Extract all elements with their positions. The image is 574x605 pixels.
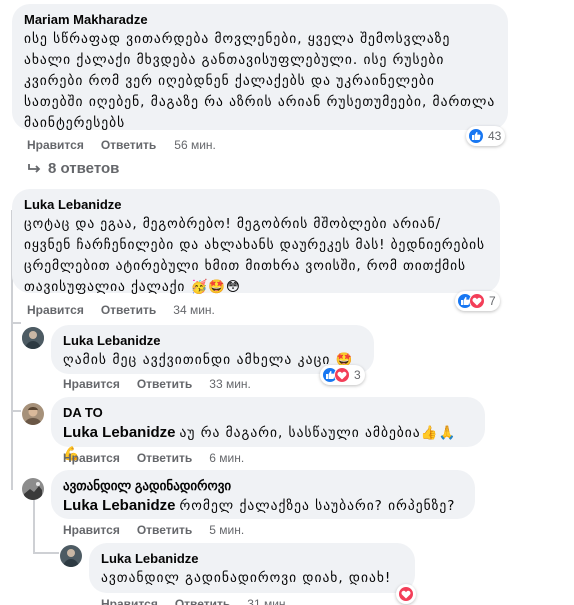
- avatar[interactable]: [22, 478, 44, 500]
- like-icon: [468, 128, 484, 144]
- comment-author[interactable]: Mariam Makharadze: [24, 11, 496, 28]
- reply-author[interactable]: Luka Lebanidze: [101, 550, 403, 567]
- like-button[interactable]: Нравится: [27, 138, 84, 152]
- comment-timestamp[interactable]: 34 мин.: [173, 303, 215, 317]
- reaction-summary[interactable]: 3: [320, 365, 365, 385]
- love-icon: [469, 293, 485, 309]
- love-icon: [398, 586, 414, 602]
- reply-author[interactable]: ავთანდილ გადინადიროვი: [63, 477, 463, 494]
- mention-link[interactable]: Luka Lebanidze: [63, 424, 176, 441]
- reply-timestamp[interactable]: 5 мин.: [209, 523, 244, 537]
- thread-line-branch: [11, 410, 21, 412]
- thread-line-sub: [33, 498, 35, 554]
- avatar[interactable]: [22, 327, 44, 349]
- like-button[interactable]: Нравится: [27, 303, 84, 317]
- reply-text: რომელ ქალაქზეა საუბარი? ირპენზე?: [179, 498, 456, 514]
- mention-link[interactable]: Luka Lebanidze: [63, 497, 176, 514]
- reply-bubble: ავთანდილ გადინადიროვი Luka Lebanidze რომე…: [51, 470, 475, 519]
- reaction-count: 7: [489, 294, 496, 308]
- comment-timestamp[interactable]: 56 мин.: [174, 138, 216, 152]
- thread-line-branch: [11, 322, 21, 324]
- like-button[interactable]: Нравится: [101, 597, 158, 605]
- reply-button[interactable]: Ответить: [137, 451, 192, 465]
- reply-timestamp[interactable]: 31 мин.: [247, 597, 289, 605]
- reaction-summary[interactable]: [396, 584, 416, 604]
- reply-button[interactable]: Ответить: [175, 597, 230, 605]
- view-replies-label: 8 ответов: [48, 160, 120, 177]
- comment-bubble: Mariam Makharadze ისე სწრაფად ვითარდება …: [12, 4, 508, 131]
- reply-timestamp[interactable]: 33 мин.: [209, 377, 251, 391]
- reply-bubble: Luka Lebanidze ავთანდილ გადინადიროვი დია…: [89, 543, 415, 593]
- reaction-summary[interactable]: 43: [466, 126, 506, 146]
- reply-author[interactable]: DA TO: [63, 404, 473, 421]
- reply-text: ღამის მეც ავქვითინდი ამხელა კაცი 🤩: [63, 352, 354, 368]
- reply-actions: Нравится Ответить 33 мин.: [63, 377, 251, 391]
- like-button[interactable]: Нравится: [63, 523, 120, 537]
- reaction-count: 43: [488, 129, 502, 143]
- reply-button[interactable]: Ответить: [101, 138, 156, 152]
- comment-bubble: Luka Lebanidze ცოტაც და ეგაა, მეგობრებო!…: [12, 189, 500, 295]
- comment-text: ცოტაც და ეგაა, მეგობრებო! მეგობრის მშობლ…: [24, 216, 485, 295]
- reply-arrow-icon: [28, 163, 41, 173]
- love-icon: [334, 367, 350, 383]
- reaction-count: 3: [354, 368, 361, 382]
- comment-actions: Нравится Ответить 56 мин.: [27, 138, 216, 152]
- reply-text-line: Luka Lebanidze რომელ ქალაქზეა საუბარი? ირ…: [63, 495, 463, 517]
- avatar[interactable]: [22, 403, 44, 425]
- reply-text: ავთანდილ გადინადიროვი დიახ, დიახ!: [101, 570, 392, 586]
- like-button[interactable]: Нравится: [63, 377, 120, 391]
- reply-bubble: DA TO Luka Lebanidze აუ რა მაგარი, სასწაუ…: [51, 397, 485, 462]
- reply-actions: Нравится Ответить 5 мин.: [63, 523, 244, 537]
- like-button[interactable]: Нравится: [63, 451, 120, 465]
- comment-text: ისე სწრაფად ვითარდება მოვლენები, ყველა შ…: [24, 31, 496, 131]
- reply-author[interactable]: Luka Lebanidze: [63, 332, 362, 349]
- comment-author[interactable]: Luka Lebanidze: [24, 196, 488, 213]
- reply-actions: Нравится Ответить 6 мин.: [63, 451, 244, 465]
- reply-button[interactable]: Ответить: [137, 523, 192, 537]
- view-replies-button[interactable]: 8 ответов: [28, 160, 119, 177]
- reply-actions: Нравится Ответить 31 мин.: [101, 597, 289, 605]
- reply-button[interactable]: Ответить: [101, 303, 156, 317]
- comment-actions: Нравится Ответить 34 мин.: [27, 303, 215, 317]
- avatar[interactable]: [60, 545, 82, 567]
- reply-timestamp[interactable]: 6 мин.: [209, 451, 244, 465]
- thread-line-sub-branch: [33, 552, 59, 554]
- reply-button[interactable]: Ответить: [137, 377, 192, 391]
- reaction-summary[interactable]: 7: [455, 291, 500, 311]
